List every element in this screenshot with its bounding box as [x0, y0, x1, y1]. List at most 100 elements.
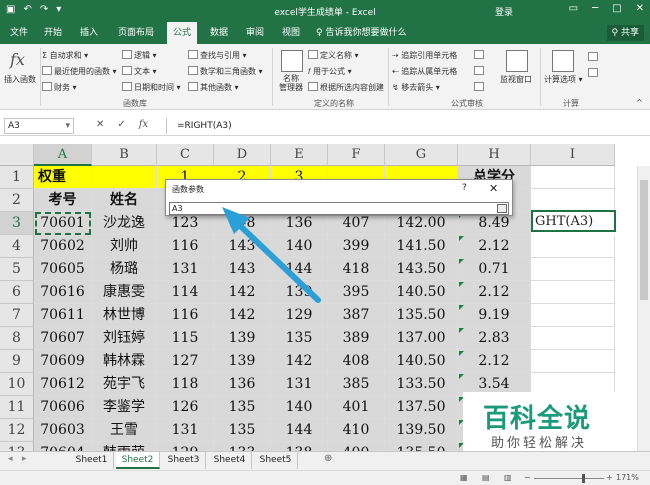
add-sheet-icon[interactable]: ⊕	[324, 453, 332, 464]
close-icon[interactable]: ✕	[489, 182, 498, 195]
row-header-8[interactable]: 8	[0, 327, 34, 350]
tab-file[interactable]: 文件	[4, 22, 34, 44]
cell-f[interactable]: 395	[328, 281, 385, 304]
cell-g[interactable]: 140.50	[385, 350, 458, 373]
column-header-f[interactable]: F	[328, 144, 385, 166]
cell-d[interactable]: 135	[214, 419, 271, 442]
cell-name[interactable]: 林世博	[92, 304, 157, 327]
cell-name[interactable]: 苑宇飞	[92, 373, 157, 396]
row-header-11[interactable]: 11	[0, 396, 34, 419]
normal-view-icon[interactable]: ▦	[460, 473, 468, 482]
insert-function-button[interactable]: 插入函数	[4, 74, 36, 85]
cell-f[interactable]: 401	[328, 396, 385, 419]
chevron-down-icon[interactable]: ▾	[65, 119, 70, 133]
dialog-argument-input[interactable]: A3	[169, 202, 509, 215]
cell-d[interactable]: 143	[214, 235, 271, 258]
zoom-in-icon[interactable]: +	[606, 473, 613, 482]
cell-i[interactable]	[531, 304, 615, 327]
cell-name[interactable]: 李鉴学	[92, 396, 157, 419]
cell-name[interactable]: 王雪	[92, 419, 157, 442]
calc-sheet-icon[interactable]	[588, 68, 598, 77]
row-header-2[interactable]: 2	[0, 189, 34, 212]
select-all-corner[interactable]	[0, 144, 34, 166]
row-header-1[interactable]: 1	[0, 166, 34, 189]
zoom-slider-handle[interactable]	[582, 474, 585, 483]
watch-window-button[interactable]: 监视窗口	[500, 74, 532, 85]
logical-button[interactable]: 逻辑 ▾	[122, 50, 157, 61]
cell-d[interactable]: 142	[214, 281, 271, 304]
cell-e[interactable]: 144	[271, 258, 328, 281]
cell-e[interactable]: 142	[271, 350, 328, 373]
cell-i1[interactable]	[531, 166, 615, 189]
name-manager-button[interactable]: 名称 管理器	[279, 74, 303, 92]
cell-f[interactable]: 418	[328, 258, 385, 281]
cell-e[interactable]: 139	[271, 281, 328, 304]
cell-i[interactable]	[531, 327, 615, 350]
row-header-12[interactable]: 12	[0, 419, 34, 442]
cell-c[interactable]: 115	[157, 327, 214, 350]
calc-options-button[interactable]: 计算选项 ▾	[544, 74, 583, 85]
column-header-c[interactable]: C	[157, 144, 214, 166]
column-header-i[interactable]: I	[531, 144, 615, 166]
vertical-scrollbar[interactable]	[637, 166, 650, 451]
name-box[interactable]: A3 ▾	[4, 118, 74, 134]
cell-c[interactable]: 118	[157, 373, 214, 396]
use-in-formula-button[interactable]: 𝑓 用于公式 ▾	[308, 66, 352, 77]
cell-i[interactable]	[531, 350, 615, 373]
cell-g[interactable]: 137.00	[385, 327, 458, 350]
cell-h[interactable]: 2.83	[458, 327, 531, 350]
cell-d[interactable]: 143	[214, 258, 271, 281]
cell-e[interactable]: 131	[271, 373, 328, 396]
cell-e[interactable]: 140	[271, 235, 328, 258]
cell-e[interactable]: 140	[271, 396, 328, 419]
evaluate-formula-icon[interactable]	[474, 82, 484, 91]
cell-a2[interactable]: 考号	[34, 189, 92, 212]
column-header-h[interactable]: H	[458, 144, 531, 166]
cell-name[interactable]: 刘帅	[92, 235, 157, 258]
cell-h[interactable]: 0.71	[458, 258, 531, 281]
tab-data[interactable]: 数据	[204, 22, 234, 44]
row-header-4[interactable]: 4	[0, 235, 34, 258]
define-name-button[interactable]: 定义名称 ▾	[308, 50, 359, 61]
enter-icon[interactable]: ✓	[117, 119, 125, 130]
cell-c[interactable]: 131	[157, 258, 214, 281]
cell-c[interactable]: 126	[157, 396, 214, 419]
zoom-out-icon[interactable]: −	[524, 473, 531, 482]
tab-formulas[interactable]: 公式	[167, 22, 197, 44]
scroll-thumb[interactable]	[640, 180, 648, 300]
cell-name[interactable]: 韩林霖	[92, 350, 157, 373]
cell-id[interactable]: 70612	[34, 373, 92, 396]
fx-icon[interactable]: fx	[139, 119, 148, 130]
cell-name[interactable]: 康惠雯	[92, 281, 157, 304]
cell-a1[interactable]: 权重	[34, 166, 92, 189]
cell-c[interactable]: 127	[157, 350, 214, 373]
login-link[interactable]: 登录	[495, 5, 513, 18]
column-header-g[interactable]: G	[385, 144, 458, 166]
cell-name[interactable]: 刘钰婷	[92, 327, 157, 350]
trace-precedents-button[interactable]: ⇢ 追踪引用单元格	[392, 50, 457, 61]
cell-g[interactable]: 143.50	[385, 258, 458, 281]
cell-c[interactable]: 116	[157, 304, 214, 327]
cell-e[interactable]: 129	[271, 304, 328, 327]
cell-d[interactable]: 142	[214, 304, 271, 327]
row-header-3[interactable]: 3	[0, 212, 34, 235]
show-formulas-icon[interactable]	[474, 50, 484, 59]
cell-id[interactable]: 70606	[34, 396, 92, 419]
more-functions-button[interactable]: 其他函数 ▾	[188, 82, 239, 93]
scroll-left-icon[interactable]: ◂	[8, 454, 13, 464]
sheet-tab-4[interactable]: Sheet4	[208, 452, 252, 469]
ribbon-display-icon[interactable]: ▭	[569, 3, 578, 14]
row-header-5[interactable]: 5	[0, 258, 34, 281]
column-header-a[interactable]: A	[34, 144, 92, 166]
cell-i2[interactable]	[531, 189, 615, 212]
cell-d[interactable]: 135	[214, 396, 271, 419]
tab-review[interactable]: 审阅	[240, 22, 270, 44]
cell-f[interactable]: 408	[328, 350, 385, 373]
sheet-tab-1[interactable]: Sheet1	[70, 452, 114, 469]
minimize-icon[interactable]: ─	[592, 3, 598, 14]
row-header-9[interactable]: 9	[0, 350, 34, 373]
cell-i[interactable]	[531, 258, 615, 281]
column-header-d[interactable]: D	[214, 144, 271, 166]
row-header-7[interactable]: 7	[0, 304, 34, 327]
cell-name[interactable]: 杨璐	[92, 258, 157, 281]
